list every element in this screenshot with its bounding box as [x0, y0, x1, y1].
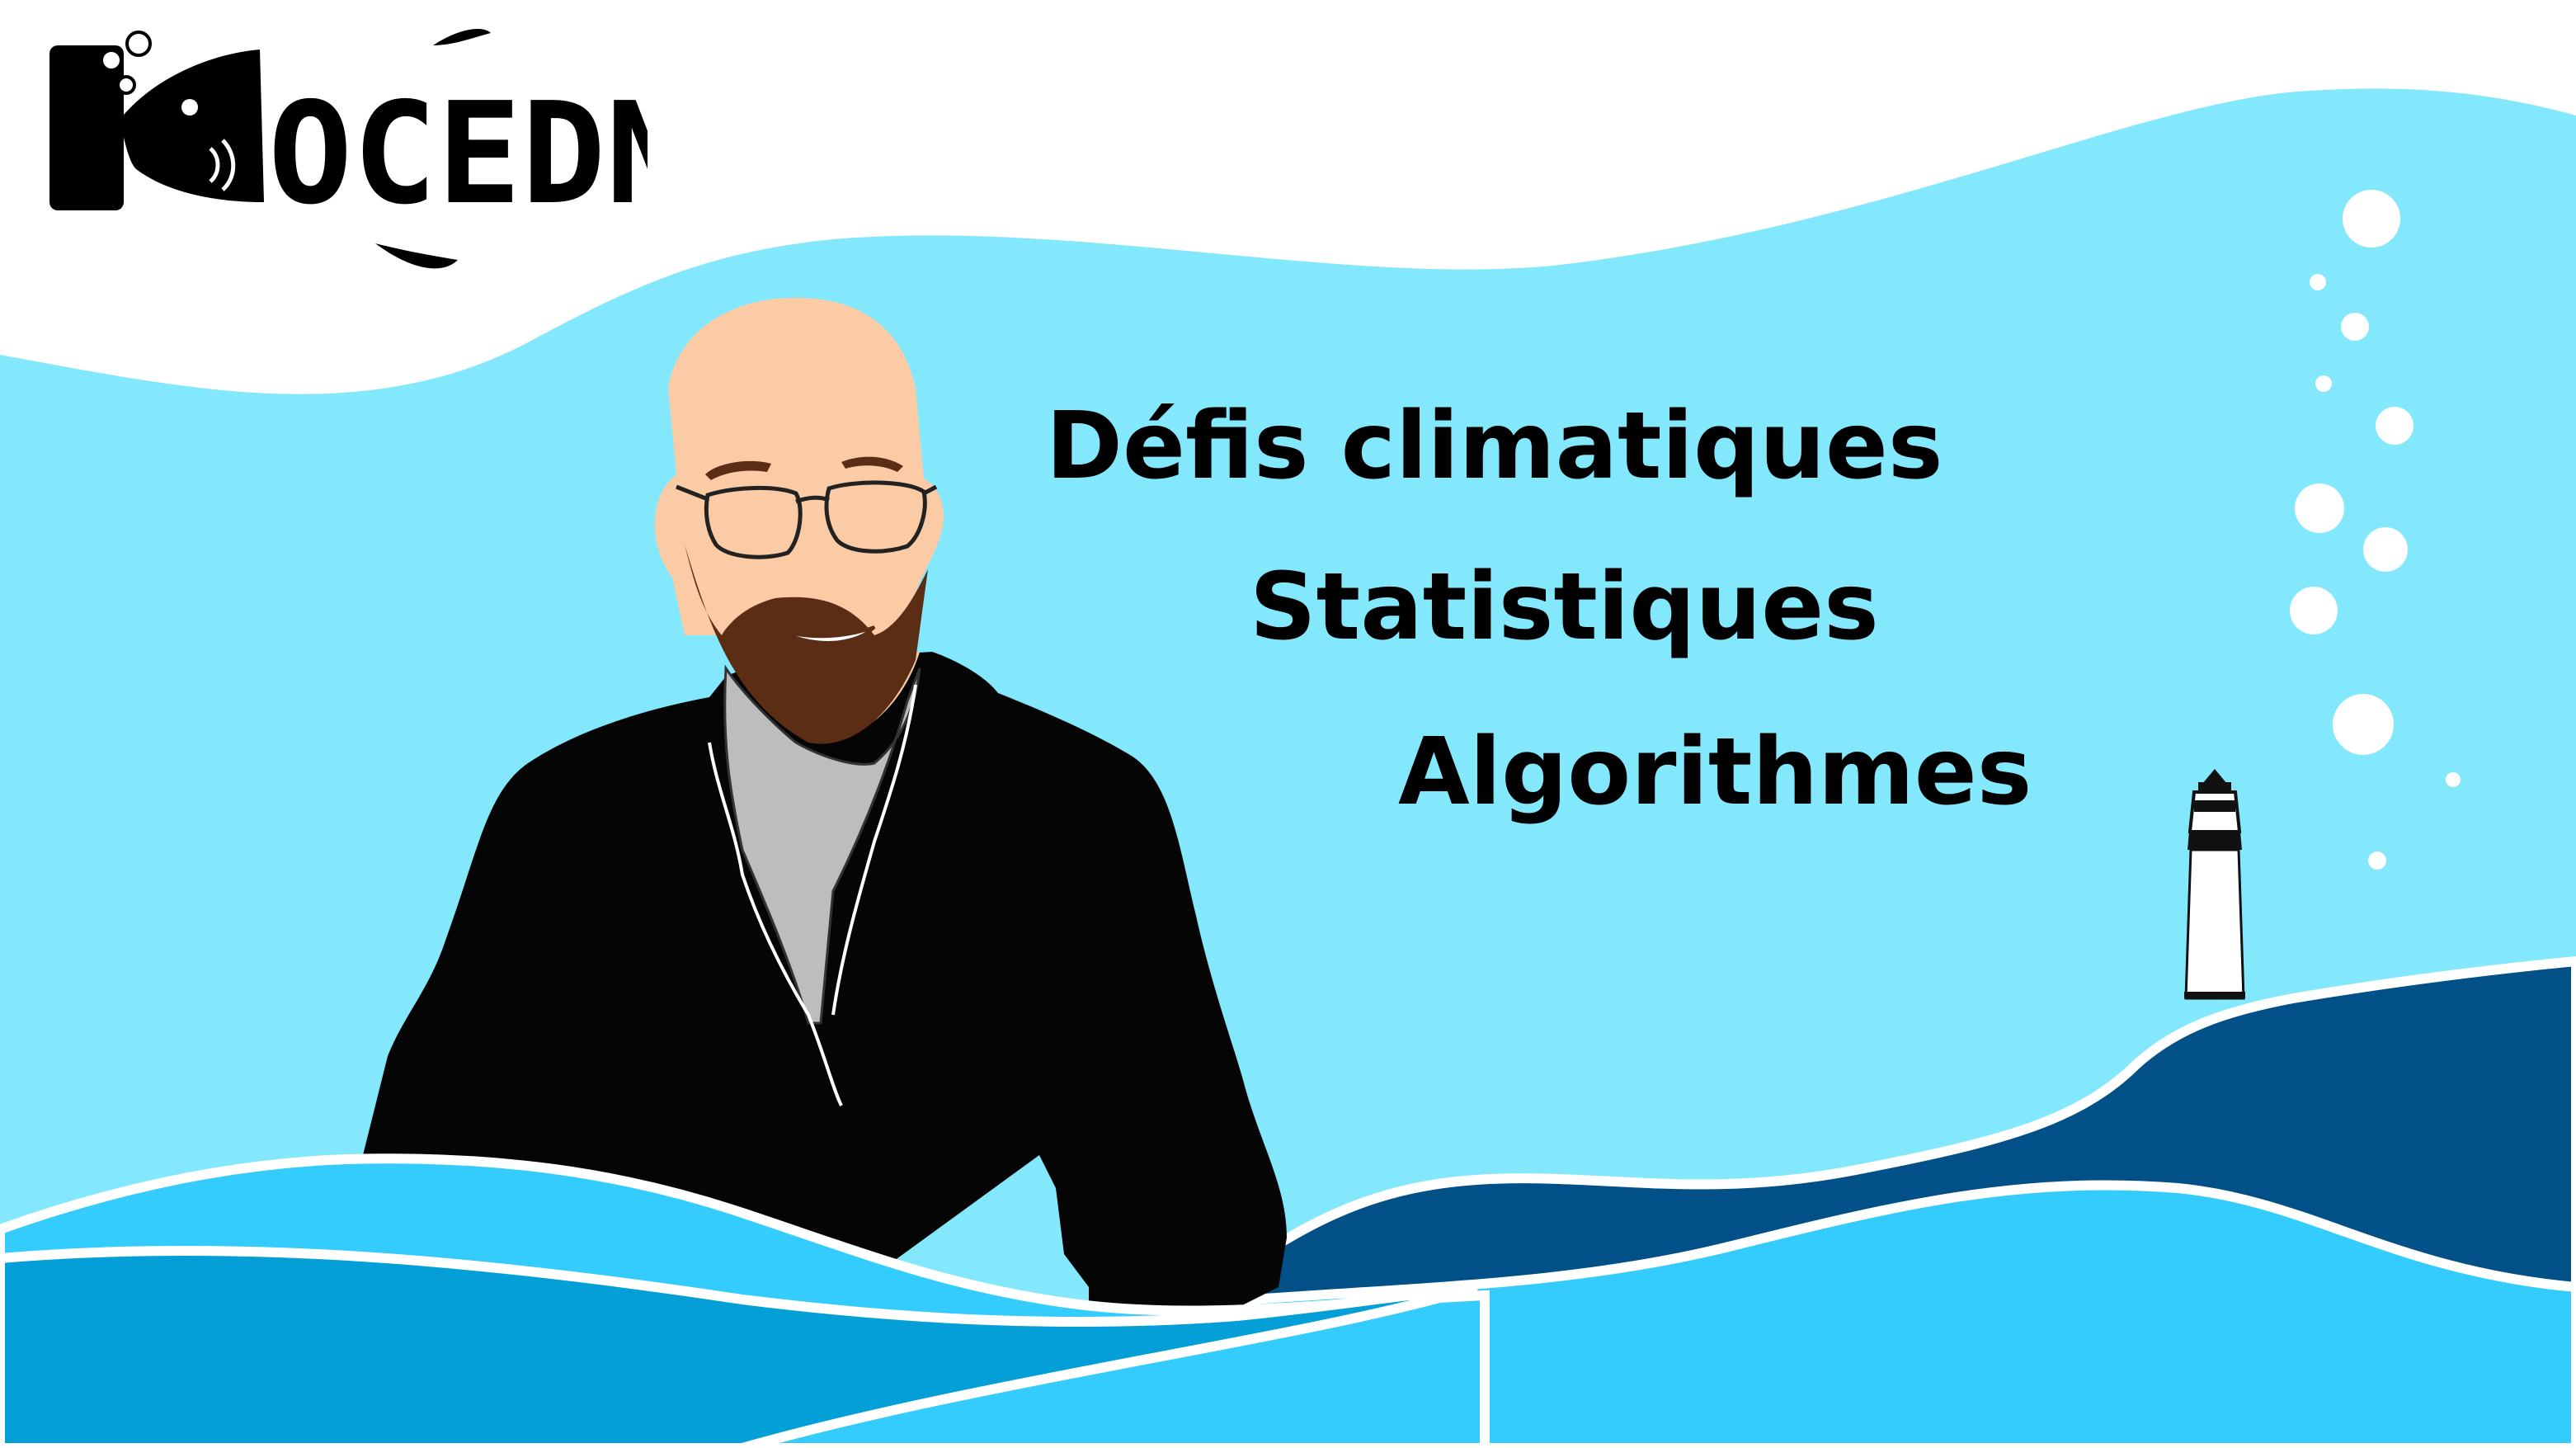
fish-camera-logo: OCEDNA'K [49, 29, 648, 269]
logo-text: OCEDNA'K [268, 73, 648, 236]
headline-algorithmes: Algorithmes [1398, 719, 2032, 826]
lighthouse-icon [2184, 769, 2245, 1000]
headline-statistiques: Statistiques [1250, 554, 1879, 661]
headline-defis-climatiques: Défis climatiques [1046, 393, 1943, 500]
